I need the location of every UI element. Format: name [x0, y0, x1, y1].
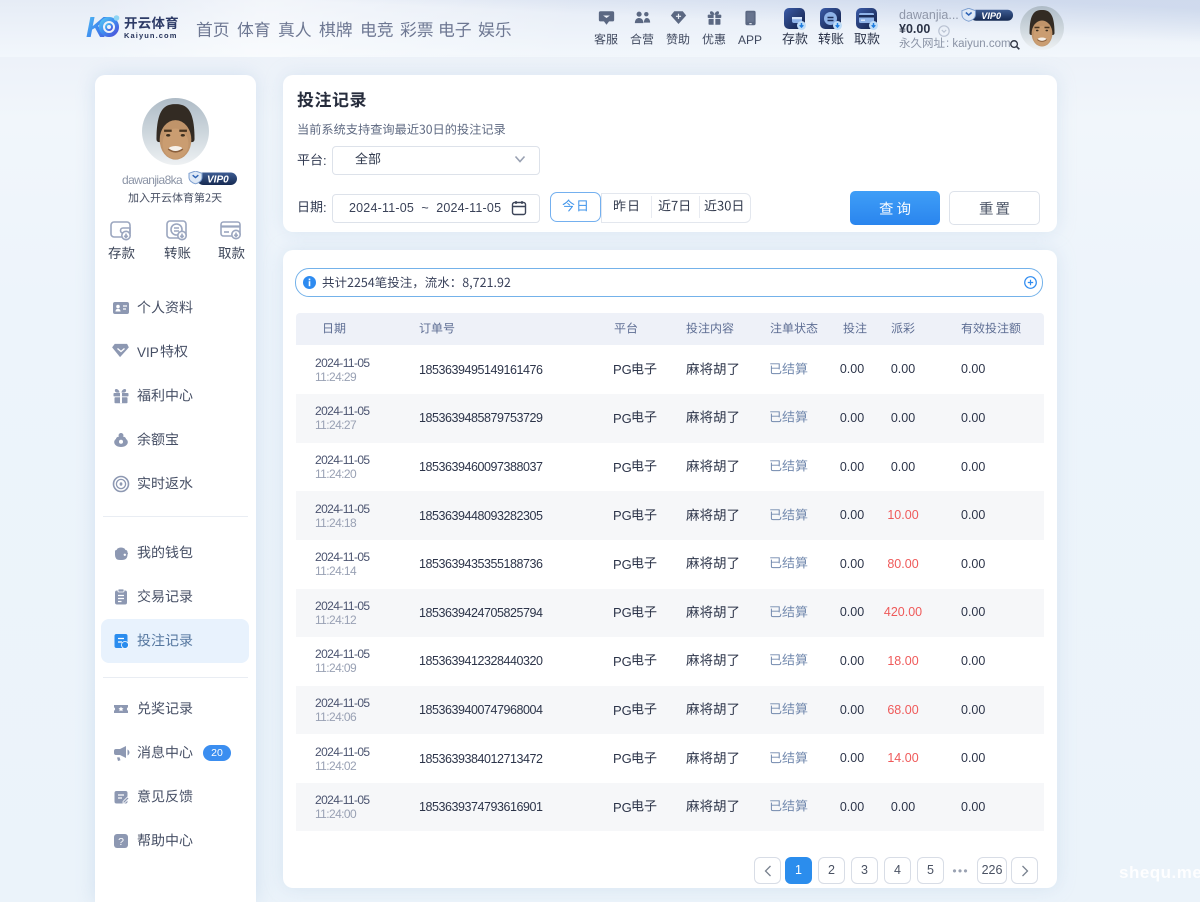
svg-text:VIP0: VIP0 [207, 175, 229, 186]
svg-text:VIP0: VIP0 [981, 11, 1001, 21]
svg-text:?: ? [118, 836, 124, 848]
